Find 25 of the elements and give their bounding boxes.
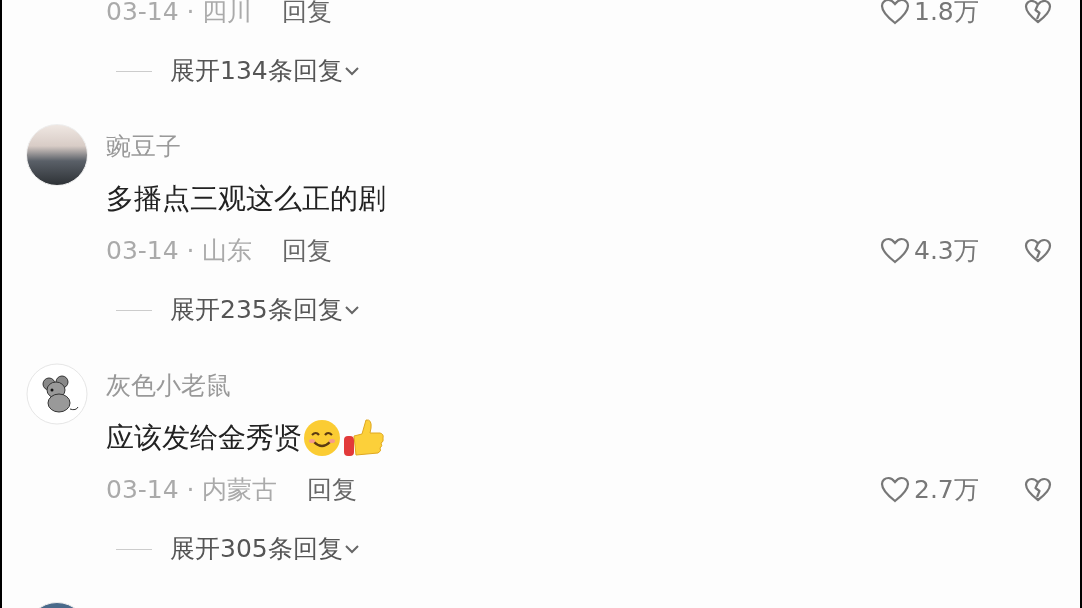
heart-icon — [880, 237, 910, 265]
broken-heart-icon[interactable] — [1024, 477, 1052, 503]
comment-text: 应该发给金秀贤 — [106, 420, 302, 456]
expand-replies-link[interactable]: 展开134条回复 — [170, 52, 343, 90]
reply-link[interactable]: 回复 — [282, 0, 333, 31]
date-location: 03-14 · 内蒙古 — [106, 474, 278, 507]
expand-replies-link[interactable]: 展开235条回复 — [170, 291, 343, 329]
broken-heart-icon[interactable] — [1024, 238, 1052, 264]
comment-text: 多播点三观这么正的剧 — [106, 181, 386, 217]
reply-link[interactable]: 回复 — [307, 471, 358, 509]
heart-icon — [880, 476, 910, 504]
heart-icon — [880, 0, 910, 26]
mouse-avatar[interactable] — [26, 363, 88, 425]
smiling-face-emoji — [302, 418, 342, 458]
date-location: 03-14 · 四川 — [106, 0, 253, 29]
date-location: 03-14 · 山东 — [106, 235, 253, 268]
chevron-down-icon — [342, 543, 361, 555]
reply-link[interactable]: 回复 — [282, 232, 333, 270]
like-count: 1.8万 — [914, 0, 980, 29]
chevron-down-icon — [342, 65, 361, 77]
expand-replies-link[interactable]: 展开305条回复 — [170, 530, 343, 568]
like-count: 2.7万 — [914, 474, 980, 507]
chevron-down-icon — [342, 304, 361, 316]
broken-heart-icon[interactable] — [1024, 0, 1052, 25]
like-count: 4.3万 — [914, 235, 980, 268]
